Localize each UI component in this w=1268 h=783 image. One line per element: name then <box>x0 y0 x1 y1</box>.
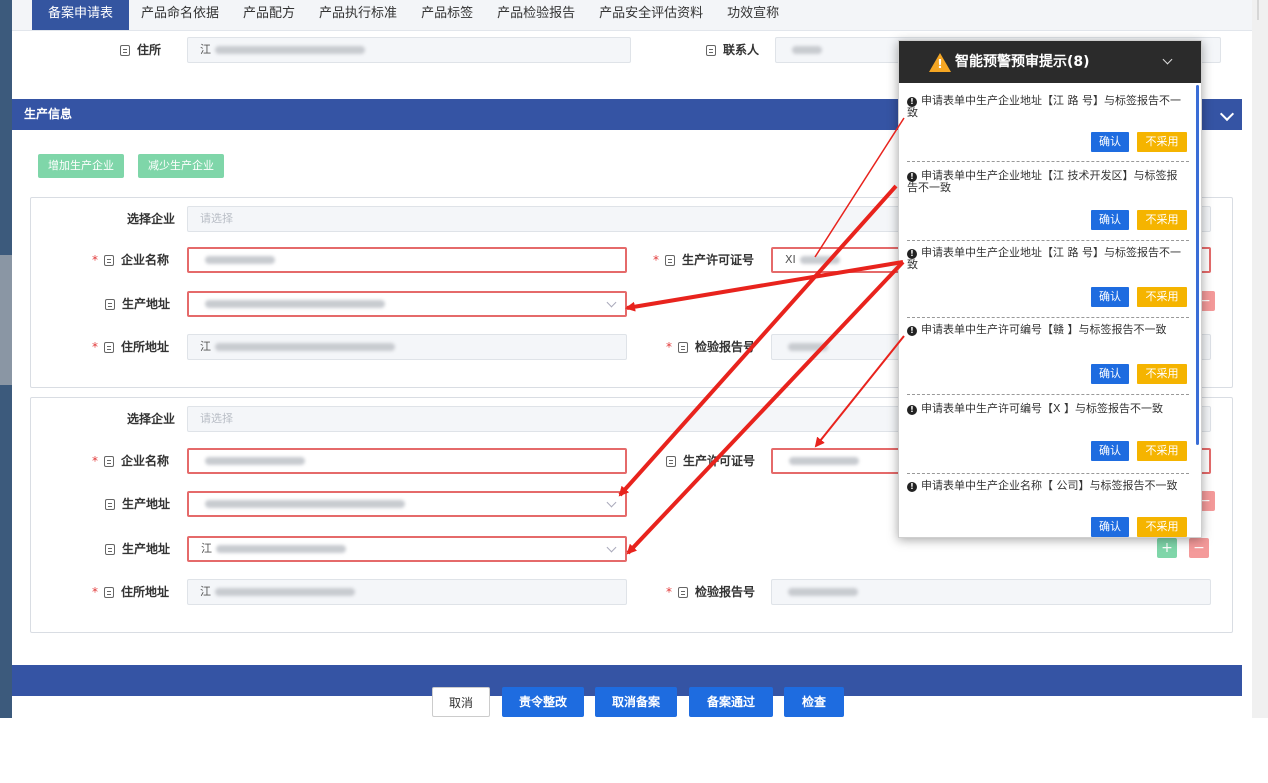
report-number-label: * 检验报告号 <box>666 340 756 354</box>
residence-field-1[interactable]: 江 <box>187 334 627 360</box>
reject-button[interactable]: 不采用 <box>1137 132 1187 152</box>
cancel-filing-button[interactable]: 取消备案 <box>595 687 677 717</box>
production-address-select-1[interactable] <box>187 291 627 317</box>
warning-triangle-icon: ! <box>929 53 951 72</box>
report-number-label: * 检验报告号 <box>666 585 756 599</box>
confirm-button[interactable]: 确认 <box>1091 517 1129 537</box>
production-address-label: 生产地址 <box>105 294 170 314</box>
check-button[interactable]: 检查 <box>784 687 844 717</box>
info-circle-icon: ! <box>907 405 917 415</box>
tab-naming-basis[interactable]: 产品命名依据 <box>129 0 231 30</box>
confirm-button[interactable]: 确认 <box>1091 441 1129 461</box>
document-icon <box>105 299 115 310</box>
document-icon <box>706 45 716 56</box>
document-icon <box>666 456 676 467</box>
report-number-field-2[interactable] <box>771 579 1211 605</box>
chevron-down-icon <box>606 297 617 308</box>
reject-button[interactable]: 不采用 <box>1137 517 1187 537</box>
document-icon <box>105 499 115 510</box>
document-icon <box>678 587 688 598</box>
warning-panel-header[interactable]: ! 智能预警预审提示(8) <box>899 41 1201 83</box>
tab-label[interactable]: 产品标签 <box>409 0 485 30</box>
chevron-down-icon[interactable] <box>1162 54 1173 65</box>
warning-item: ! 申请表单中生产许可编号【X 】与标签报告不一致 确认 不采用 <box>907 403 1189 474</box>
enterprise-name-field-2[interactable] <box>187 448 627 474</box>
remove-enterprise-button[interactable]: 减少生产企业 <box>138 154 224 178</box>
warning-item: ! 申请表单中生产企业地址【江 技术开发区】与标签报告不一致 确认 不采用 <box>907 170 1189 241</box>
minus-button[interactable]: − <box>1189 538 1209 558</box>
select-enterprise-label: 选择企业 <box>127 212 176 226</box>
approve-filing-button[interactable]: 备案通过 <box>689 687 773 717</box>
document-icon <box>105 544 115 555</box>
warning-item: ! 申请表单中生产企业地址【江 路 号】与标签报告不一致 确认 不采用 <box>907 95 1189 162</box>
page-scrollbar[interactable] <box>1252 0 1268 718</box>
document-icon <box>665 255 675 266</box>
enterprise-name-field-1[interactable] <box>187 247 627 273</box>
address-field[interactable]: 江 <box>187 37 631 63</box>
confirm-button[interactable]: 确认 <box>1091 364 1129 384</box>
panel-scrollbar[interactable] <box>1196 85 1199 445</box>
tab-standard[interactable]: 产品执行标准 <box>307 0 409 30</box>
license-label: 生产许可证号 <box>666 451 755 471</box>
residence-field-2[interactable]: 江 <box>187 579 627 605</box>
enterprise-name-label: * 企业名称 <box>92 253 170 267</box>
document-icon <box>120 45 130 56</box>
chevron-down-icon <box>606 497 617 508</box>
document-icon <box>104 587 114 598</box>
production-address-select-2[interactable] <box>187 491 627 517</box>
address-label: 住所 <box>120 40 161 60</box>
reject-button[interactable]: 不采用 <box>1137 441 1187 461</box>
production-address-select-3[interactable]: 江 <box>187 536 627 562</box>
action-footer: 取消 责令整改 取消备案 备案通过 检查 <box>0 684 1268 718</box>
chevron-down-icon <box>606 542 617 553</box>
confirm-button[interactable]: 确认 <box>1091 210 1129 230</box>
warning-panel-title: 智能预警预审提示(8) <box>955 54 1090 70</box>
cancel-button[interactable]: 取消 <box>432 687 490 717</box>
warning-item: ! 申请表单中生产企业地址【江 路 号】与标签报告不一致 确认 不采用 <box>907 247 1189 318</box>
section-title: 生产信息 <box>24 107 73 121</box>
plus-button[interactable]: + <box>1157 538 1177 558</box>
tab-application-form[interactable]: 备案申请表 <box>32 0 130 30</box>
document-icon <box>678 342 688 353</box>
residence-label: * 住所地址 <box>92 585 170 599</box>
warning-item: ! 申请表单中生产企业名称【 公司】与标签报告不一致 确认 不采用 <box>907 480 1189 537</box>
confirm-button[interactable]: 确认 <box>1091 287 1129 307</box>
production-address-label: 生产地址 <box>105 494 170 514</box>
enterprise-name-label: * 企业名称 <box>92 454 170 468</box>
production-address-label: 生产地址 <box>105 539 170 559</box>
info-circle-icon: ! <box>907 326 917 336</box>
tab-inspection-report[interactable]: 产品检验报告 <box>485 0 587 30</box>
warning-text: ! 申请表单中生产企业地址【江 路 号】与标签报告不一致 <box>907 94 1181 119</box>
chevron-down-icon[interactable] <box>1219 106 1235 122</box>
tab-bar: 备案申请表 产品命名依据 产品配方 产品执行标准 产品标签 产品检验报告 产品安… <box>12 0 1252 31</box>
residence-label: * 住所地址 <box>92 340 170 354</box>
add-enterprise-button[interactable]: 增加生产企业 <box>38 154 124 178</box>
reject-button[interactable]: 不采用 <box>1137 210 1187 230</box>
tab-safety-assessment[interactable]: 产品安全评估资料 <box>587 0 715 30</box>
warning-text: ! 申请表单中生产企业地址【江 路 号】与标签报告不一致 <box>907 246 1181 271</box>
warning-list[interactable]: ! 申请表单中生产企业地址【江 路 号】与标签报告不一致 确认 不采用 ! 申请表单… <box>899 83 1201 537</box>
select-enterprise-label: 选择企业 <box>127 412 176 426</box>
warning-panel: ! 智能预警预审提示(8) ! 申请表单中生产企业地址【江 路 号】与标签报告不一… <box>898 40 1202 538</box>
left-edge <box>0 0 12 718</box>
warning-text: ! 申请表单中生产许可编号【赣 】与标签报告不一致 <box>907 324 1185 336</box>
document-icon <box>104 255 114 266</box>
document-icon <box>104 456 114 467</box>
info-circle-icon: ! <box>907 482 917 492</box>
tab-efficacy-claim[interactable]: 功效宣称 <box>715 0 791 30</box>
warning-text: ! 申请表单中生产企业地址【江 技术开发区】与标签报告不一致 <box>907 169 1178 194</box>
tab-formula[interactable]: 产品配方 <box>231 0 307 30</box>
warning-text: ! 申请表单中生产许可编号【X 】与标签报告不一致 <box>907 403 1185 415</box>
license-label: * 生产许可证号 <box>653 253 755 267</box>
rectify-button[interactable]: 责令整改 <box>502 687 584 717</box>
contact-label: 联系人 <box>706 40 759 60</box>
warning-text: ! 申请表单中生产企业名称【 公司】与标签报告不一致 <box>907 480 1185 492</box>
reject-button[interactable]: 不采用 <box>1137 287 1187 307</box>
reject-button[interactable]: 不采用 <box>1137 364 1187 384</box>
document-icon <box>104 342 114 353</box>
warning-item: ! 申请表单中生产许可编号【赣 】与标签报告不一致 确认 不采用 <box>907 324 1189 395</box>
confirm-button[interactable]: 确认 <box>1091 132 1129 152</box>
